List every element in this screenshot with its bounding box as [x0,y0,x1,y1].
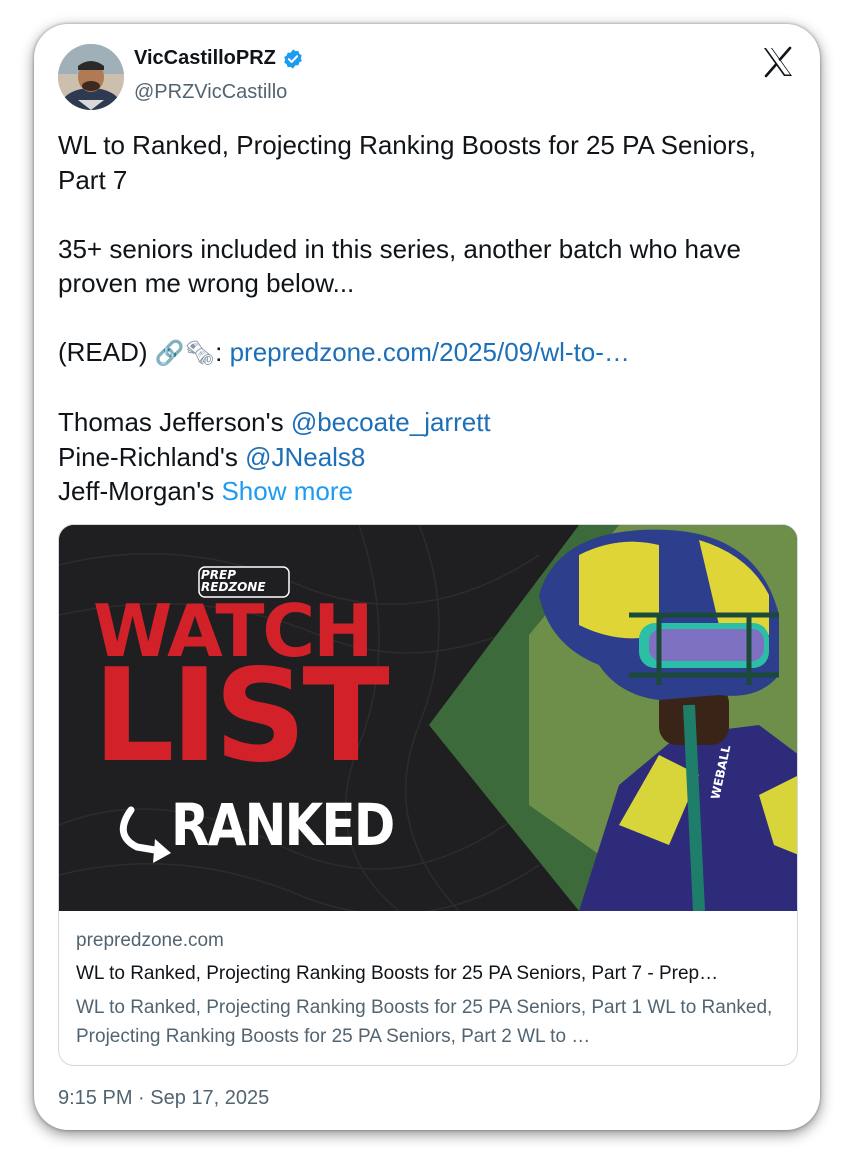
link-preview-meta: prepredzone.com WL to Ranked, Projecting… [76,930,786,1051]
tweet-paragraph-title: WL to Ranked, Projecting Ranking Boosts … [58,130,757,195]
author-display-name[interactable]: VicCastilloPRZ [134,47,304,70]
link-description: WL to Ranked, Projecting Ranking Boosts … [76,997,773,1047]
author-handle[interactable]: @PRZVicCastillo [134,81,287,104]
tweet-read-line: (READ) 🔗🗞: prepredzone.com/2025/09/wl-to… [58,335,798,371]
avatar[interactable] [58,44,124,110]
link-title: WL to Ranked, Projecting Ranking Boosts … [76,963,719,984]
link-preview-image[interactable]: WEBALL PREP REDZONE WATCH LIST RANKED [59,525,797,911]
image-title-ranked: RANKED [171,791,395,859]
tweet-card: VicCastilloPRZ @PRZVicCastillo WL to Ran… [34,24,820,1130]
mention-becoate-jarrett[interactable]: @becoate_jarrett [291,407,491,437]
show-more-link[interactable]: Show more [221,476,353,506]
tweet-mentions: Thomas Jefferson's @becoate_jarrett Pine… [58,405,798,509]
verified-badge-icon [284,48,302,69]
link-newspaper-emoji-icon: 🔗🗞 [154,339,216,367]
mention-line-2-text: Pine-Richland's [58,441,246,472]
mention-line-1-text: Thomas Jefferson's [58,407,291,437]
read-colon: : [215,337,230,367]
mention-line-3-text: Jeff-Morgan's [58,476,222,506]
link-domain: prepredzone.com [76,930,224,951]
tweet-text: WL to Ranked, Projecting Ranking Boosts … [58,128,798,509]
read-prefix: (READ) [58,337,155,367]
avatar-photo [58,44,124,110]
x-logo-icon[interactable] [762,46,794,78]
tweet-timestamp[interactable]: 9:15 PM · Sep 17, 2025 [58,1087,269,1110]
link-preview-card[interactable]: WEBALL PREP REDZONE WATCH LIST RANKED pr… [58,524,798,1066]
tweet-paragraph-body: 35+ seniors included in this series, ano… [58,233,741,299]
mention-jneals8[interactable]: @JNeals8 [245,442,365,472]
article-link[interactable]: prepredzone.com/2025/09/wl-to-… [230,337,630,367]
author-name-text: VicCastilloPRZ [134,47,276,69]
image-title-list: LIST [93,642,390,791]
